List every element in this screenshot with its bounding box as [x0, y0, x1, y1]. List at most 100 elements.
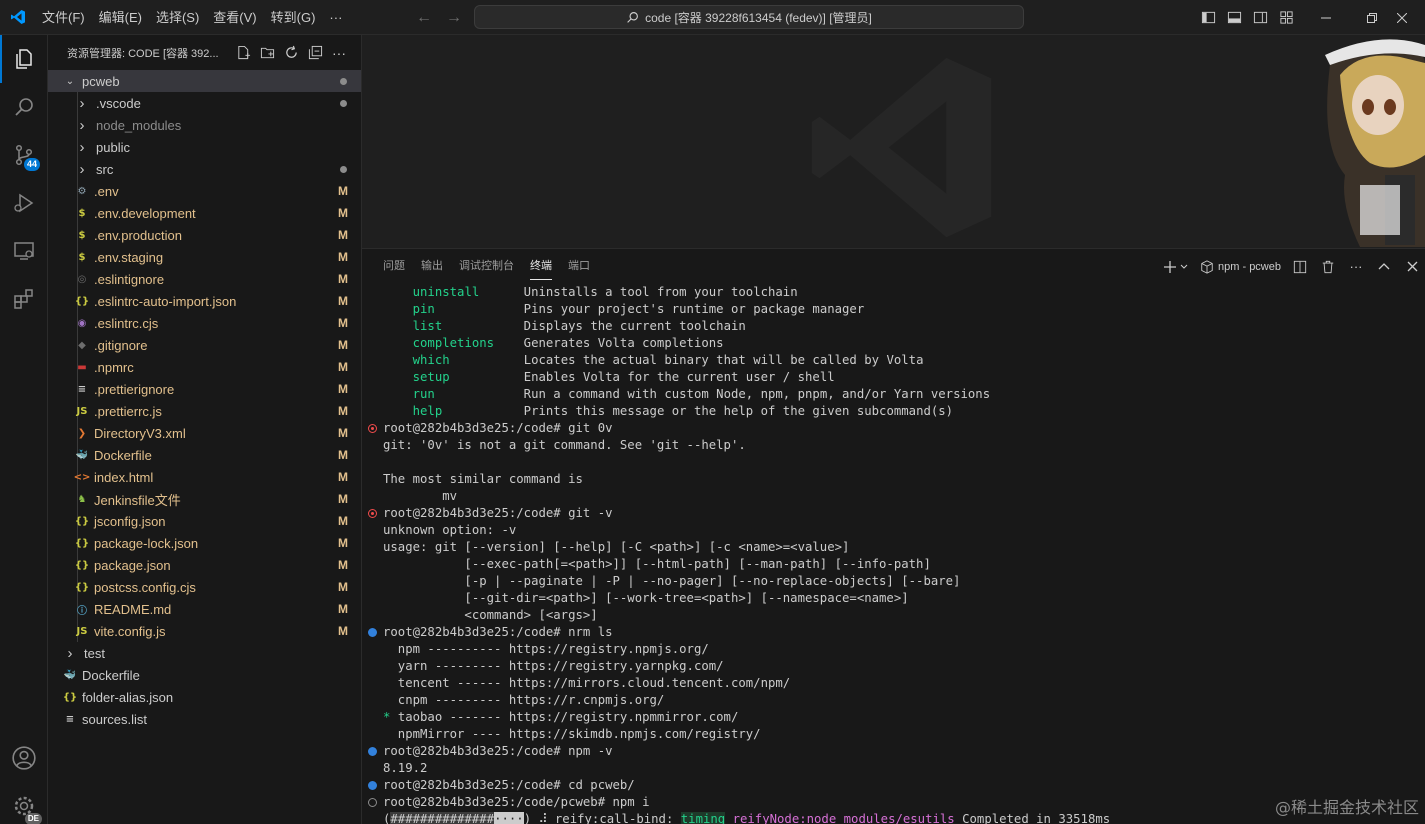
tree-item-label: postcss.config.cjs [94, 579, 196, 595]
tree-item-label: index.html [94, 469, 154, 485]
refresh-icon[interactable] [283, 45, 299, 61]
menu-0[interactable]: 文件(F) [35, 0, 92, 35]
split-terminal-icon[interactable] [1291, 258, 1309, 276]
toggle-panel-icon[interactable] [1226, 10, 1242, 26]
search-icon[interactable] [0, 83, 48, 131]
tree-item-label: .eslintrc.cjs [94, 315, 159, 331]
tree-file[interactable]: ◆ .gitignore M [48, 334, 361, 356]
menu-3[interactable]: 查看(V) [206, 0, 263, 35]
toggle-primary-sidebar-icon[interactable] [1200, 10, 1216, 26]
command-center[interactable]: code [容器 39228f613454 (fedev)] [管理员] [474, 5, 1024, 29]
panel-tab-2[interactable]: 调试控制台 [451, 249, 522, 284]
tree-file[interactable]: ♞ Jenkinsfile文件 M [48, 488, 361, 510]
more-icon[interactable]: ··· [1347, 258, 1365, 276]
toggle-secondary-sidebar-icon[interactable] [1252, 10, 1268, 26]
terminal-text: ############## [390, 812, 495, 824]
manage-gear-icon[interactable]: DE [0, 782, 48, 824]
terminal-selector[interactable]: npm - pcweb [1200, 259, 1281, 274]
tree-item-label: .prettierrc.js [94, 403, 162, 419]
collapse-all-icon[interactable] [307, 45, 323, 61]
tree-folder[interactable]: › node_modules [48, 114, 361, 136]
command-success-icon[interactable] [368, 747, 377, 756]
back-arrow-icon[interactable]: ← [416, 9, 432, 27]
tree-file[interactable]: 🐳 Dockerfile [48, 664, 361, 686]
trash-icon[interactable] [1319, 258, 1337, 276]
remote-explorer-icon[interactable] [0, 227, 48, 275]
tree-file[interactable]: $ .env.production M [48, 224, 361, 246]
tree-file[interactable]: ▬ .npmrc M [48, 356, 361, 378]
tree-folder[interactable]: › .vscode [48, 92, 361, 114]
tree-file[interactable]: {} jsconfig.json M [48, 510, 361, 532]
command-success-icon[interactable] [368, 628, 377, 637]
tree-file[interactable]: {} folder-alias.json [48, 686, 361, 708]
command-running-icon[interactable] [368, 798, 377, 807]
accounts-icon[interactable] [0, 734, 48, 782]
json-braces-icon: {} [74, 295, 90, 307]
explorer-icon[interactable] [0, 35, 48, 83]
git-status: M [338, 624, 348, 638]
scm-badge: 44 [23, 158, 40, 171]
tree-file[interactable]: ⚙ .env M [48, 180, 361, 202]
tree-file[interactable]: ❯ DirectoryV3.xml M [48, 422, 361, 444]
menu-5[interactable]: ··· [322, 0, 349, 35]
panel-tab-0[interactable]: 问题 [375, 249, 413, 284]
tree-folder[interactable]: › public [48, 136, 361, 158]
tree-file[interactable]: {} postcss.config.cjs M [48, 576, 361, 598]
terminal-text: Displays the current toolchain [442, 319, 746, 333]
extensions-icon[interactable] [0, 275, 48, 323]
terminal-text: root@282b4b3d3e25:/code# npm -v [383, 744, 613, 758]
command-failed-icon[interactable] [368, 509, 377, 518]
close-window-icon[interactable] [1379, 0, 1425, 35]
close-panel-icon[interactable] [1403, 258, 1421, 276]
menu-4[interactable]: 转到(G) [264, 0, 323, 35]
terminal-text: usage: git [--version] [--help] [-C <pat… [383, 540, 850, 554]
panel-tab-4[interactable]: 端口 [560, 249, 598, 284]
xml-icon: ❯ [77, 427, 87, 439]
git-status: M [338, 558, 348, 572]
tree-file[interactable]: ⓘ README.md M [48, 598, 361, 620]
terminal-output[interactable]: uninstall Uninstalls a tool from your to… [362, 284, 1425, 824]
tree-file[interactable]: ◉ .eslintrc.cjs M [48, 312, 361, 334]
tree-root-pcweb[interactable]: ⌄ pcweb [48, 70, 361, 92]
source-control-icon[interactable]: 44 [0, 131, 48, 179]
panel-tab-3[interactable]: 终端 [522, 249, 560, 284]
tree-file[interactable]: $ .env.staging M [48, 246, 361, 268]
terminal-text: [-p | --paginate | -P | --no-pager] [--n… [383, 574, 961, 588]
tree-file[interactable]: JS .prettierrc.js M [48, 400, 361, 422]
file-tree: ⌄ pcweb › .vscode › node_modules › public › src… [48, 70, 361, 730]
maximize-panel-icon[interactable] [1375, 258, 1393, 276]
vscode-logo-icon [0, 0, 35, 35]
command-failed-icon[interactable] [368, 424, 377, 433]
menu-2[interactable]: 选择(S) [149, 0, 206, 35]
terminal-text: run [412, 387, 435, 401]
run-debug-icon[interactable] [0, 179, 48, 227]
tree-file[interactable]: <> index.html M [48, 466, 361, 488]
tree-file[interactable]: ≡ .prettierignore M [48, 378, 361, 400]
tree-file[interactable]: ◎ .eslintignore M [48, 268, 361, 290]
tree-file[interactable]: ≡ sources.list [48, 708, 361, 730]
minimize-icon[interactable] [1303, 0, 1349, 35]
new-folder-icon[interactable] [259, 45, 275, 61]
terminal-text: reifyNode:node_modules/esutils [732, 812, 955, 824]
git-status: M [338, 272, 348, 286]
tree-file[interactable]: JS vite.config.js M [48, 620, 361, 642]
new-file-icon[interactable] [235, 45, 251, 61]
command-success-icon[interactable] [368, 781, 377, 790]
tree-file[interactable]: $ .env.development M [48, 202, 361, 224]
forward-arrow-icon[interactable]: → [446, 9, 462, 27]
menu-1[interactable]: 编辑(E) [92, 0, 149, 35]
tree-folder[interactable]: › src [48, 158, 361, 180]
tree-folder[interactable]: › test [48, 642, 361, 664]
new-terminal-icon[interactable] [1162, 258, 1190, 276]
panel-tab-1[interactable]: 输出 [413, 249, 451, 284]
more-actions-icon[interactable]: ··· [331, 45, 347, 61]
tree-item-label: .eslintrc-auto-import.json [94, 293, 237, 309]
tree-file[interactable]: {} package-lock.json M [48, 532, 361, 554]
terminal-text: list [412, 319, 443, 333]
tree-file[interactable]: {} package.json M [48, 554, 361, 576]
tree-file[interactable]: 🐳 Dockerfile M [48, 444, 361, 466]
tree-file[interactable]: {} .eslintrc-auto-import.json M [48, 290, 361, 312]
customize-layout-icon[interactable] [1278, 10, 1294, 26]
